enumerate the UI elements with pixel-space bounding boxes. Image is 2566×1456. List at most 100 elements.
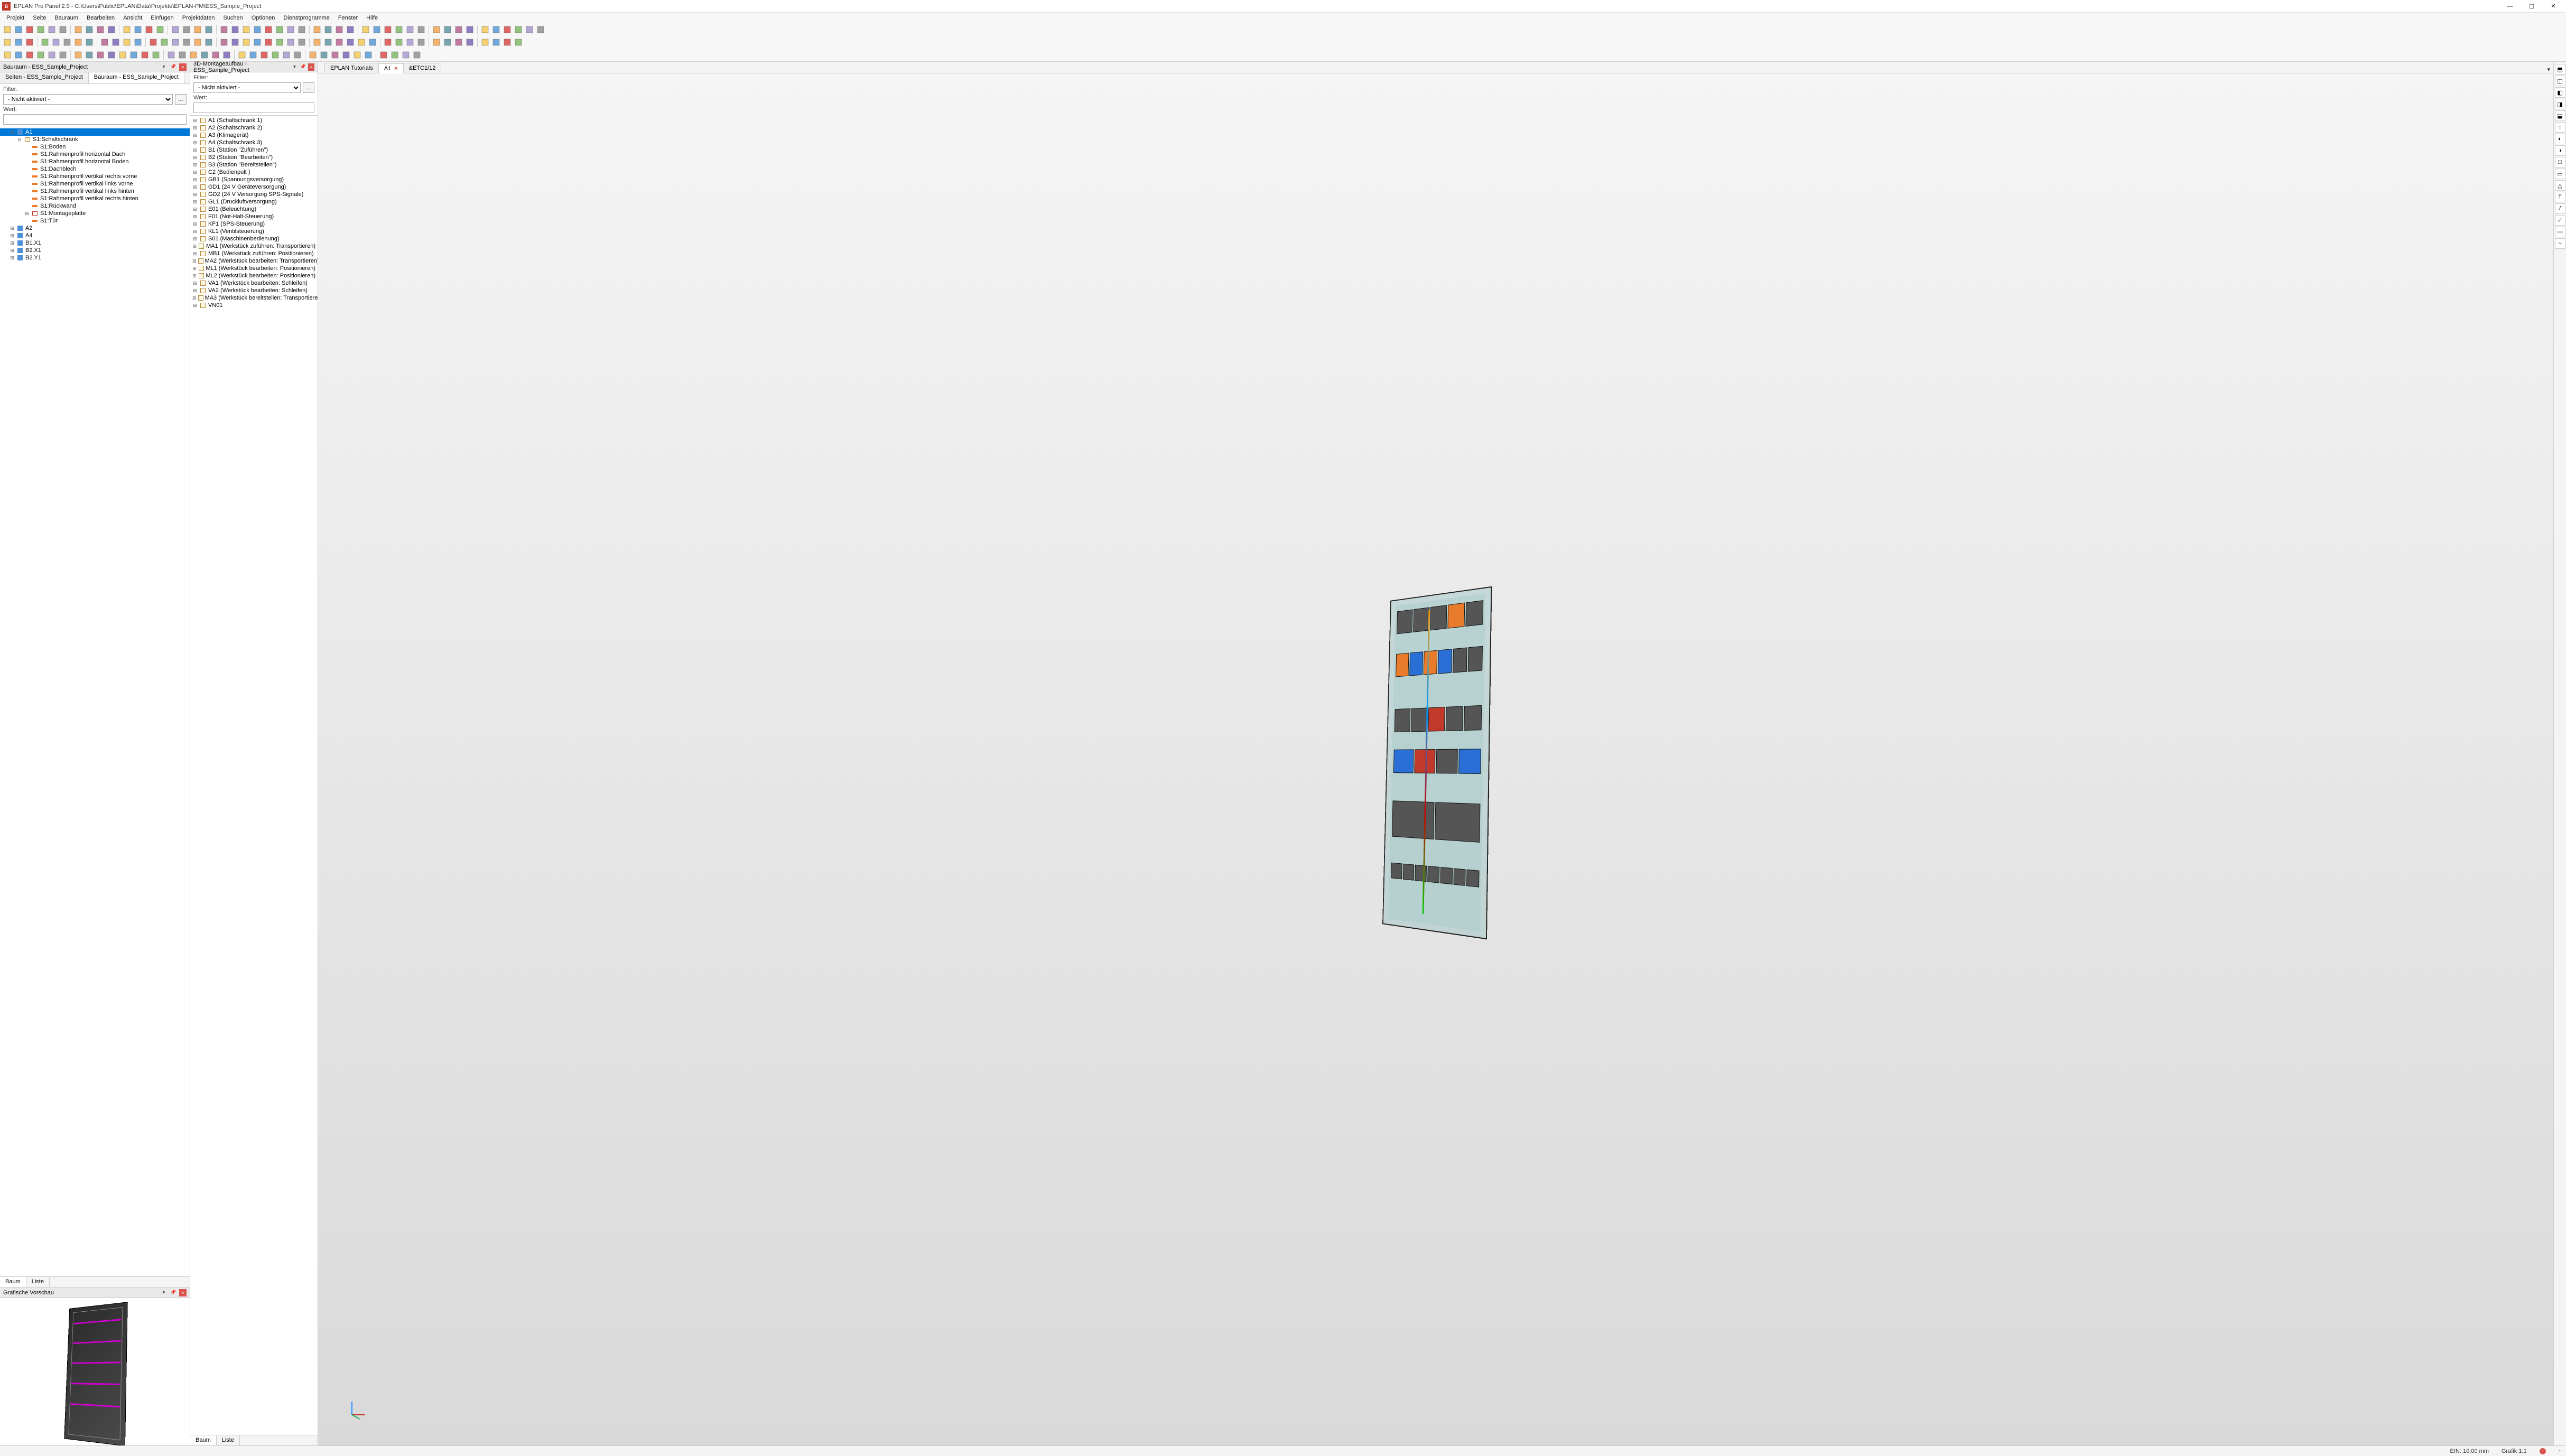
toolbar-button[interactable] [296, 24, 307, 35]
tree-toggle-icon[interactable]: ⊞ [192, 220, 198, 228]
tree-node[interactable]: S1:Boden [0, 143, 190, 151]
toolbar-button[interactable] [188, 50, 199, 60]
toolbar-button[interactable] [84, 50, 95, 60]
pane-close-icon[interactable]: × [179, 63, 187, 71]
toolbar-button[interactable] [453, 24, 464, 35]
toolbar-button[interactable] [192, 37, 203, 48]
tree-node[interactable]: S1:Dachblech [0, 165, 190, 173]
maximize-button[interactable]: ▢ [2521, 1, 2542, 12]
toolbar-button[interactable] [99, 37, 110, 48]
toolbar-button[interactable] [2, 24, 13, 35]
toolbar-button[interactable] [263, 24, 274, 35]
tree-node[interactable]: ⊞A2 (Schaltschrank 2) [190, 124, 318, 132]
toolbar-button[interactable] [352, 50, 362, 60]
tree-toggle-icon[interactable]: ⊞ [192, 287, 198, 294]
toolbar-button[interactable] [51, 37, 61, 48]
toolbar-button[interactable] [230, 37, 240, 48]
toolbar-button[interactable] [2, 50, 13, 60]
toolbar-button[interactable] [128, 50, 139, 60]
toolbar-button[interactable] [513, 37, 524, 48]
toolbar-button[interactable] [491, 37, 501, 48]
tree-toggle-icon[interactable]: ⊞ [192, 228, 198, 235]
tree-node[interactable]: ⊞S01 (Maschinenbedienung) [190, 235, 318, 242]
tree-toggle-icon[interactable]: ⊞ [192, 132, 198, 139]
toolbar-button[interactable] [237, 50, 247, 60]
tree-node[interactable]: S1:Rahmenprofil vertikal links vorne [0, 180, 190, 188]
tab-liste[interactable]: Liste [26, 1277, 50, 1287]
toolbar-button[interactable] [535, 24, 546, 35]
wert-input[interactable] [3, 114, 187, 125]
toolbar-button[interactable] [122, 24, 132, 35]
toolbar-button[interactable] [35, 24, 46, 35]
tree-node[interactable]: ⊞F01 (Not-Halt-Steuerung) [190, 213, 318, 220]
tree-toggle-icon[interactable]: ⊞ [192, 272, 197, 279]
toolbar-button[interactable] [389, 50, 400, 60]
menu-bearbeiten[interactable]: Bearbeiten [82, 14, 119, 22]
filter-select[interactable]: - Nicht aktiviert - [3, 94, 173, 105]
tree-toggle-icon[interactable]: ⊞ [192, 302, 198, 309]
tree-toggle-icon[interactable]: ⊞ [192, 191, 198, 198]
toolbar-button[interactable] [73, 24, 83, 35]
toolbar-button[interactable] [394, 24, 404, 35]
tree-node[interactable]: ⊞VA2 (Werkstück bearbeiten: Schleifen) [190, 287, 318, 294]
preview-menu-icon[interactable]: ▾ [160, 1289, 168, 1296]
strip-tool-button[interactable]: — [2555, 227, 2565, 237]
tree-node[interactable]: ⊞GD2 (24 V Versorgung SPS-Signale) [190, 191, 318, 198]
toolbar-button[interactable] [24, 24, 35, 35]
tree-toggle-icon[interactable]: ⊞ [192, 198, 198, 206]
pane-menu-icon[interactable]: ▾ [160, 63, 168, 71]
tab-baum[interactable]: Baum [0, 1277, 26, 1287]
toolbar-button[interactable] [24, 50, 35, 60]
toolbar-button[interactable] [252, 37, 263, 48]
toolbar-button[interactable] [416, 37, 426, 48]
toolbar-button[interactable] [464, 37, 475, 48]
toolbar-button[interactable] [323, 37, 333, 48]
tree-node[interactable]: ⊞KL1 (Ventilsteuerung) [190, 228, 318, 235]
toolbar-button[interactable] [13, 50, 24, 60]
filter-more-button[interactable]: ... [175, 94, 187, 105]
tree-node[interactable]: S1:Rahmenprofil horizontal Boden [0, 158, 190, 165]
tab-bauraum[interactable]: Bauraum - ESS_Sample_Project [89, 72, 184, 83]
toolbar-button[interactable] [394, 37, 404, 48]
tree-node[interactable]: S1:Rahmenprofil vertikal rechts hinten [0, 195, 190, 202]
mid-tab-liste[interactable]: Liste [217, 1435, 240, 1445]
strip-tool-button[interactable]: ⬒ [2555, 64, 2565, 74]
tree-node[interactable]: ⊞KF1 (SPS-Steuerung) [190, 220, 318, 228]
menu-projekt[interactable]: Projekt [2, 14, 29, 22]
tree-node[interactable]: ⊞B3 (Station "Bereitstellen") [190, 161, 318, 169]
toolbar-button[interactable] [106, 50, 117, 60]
tree-node[interactable]: ⊟S1:Schaltschrank [0, 136, 190, 143]
menu-fenster[interactable]: Fenster [334, 14, 362, 22]
toolbar-button[interactable] [47, 50, 57, 60]
toolbar-button[interactable] [480, 24, 490, 35]
strip-tool-button[interactable]: ◧ [2555, 87, 2565, 98]
toolbar-button[interactable] [312, 37, 322, 48]
strip-tool-button[interactable]: T [2555, 192, 2565, 202]
mid-filter-select[interactable]: - Nicht aktiviert - [193, 82, 301, 93]
tree-toggle-icon[interactable]: ⊞ [192, 154, 198, 161]
tree-toggle-icon[interactable]: ⊞ [192, 124, 198, 132]
toolbar-button[interactable] [84, 37, 95, 48]
tree-node[interactable]: ⊞B1 (Station "Zuführen") [190, 146, 318, 154]
tree-node[interactable]: ⊞MA1 (Werkstück zuführen: Transportieren… [190, 242, 318, 250]
toolbar-button[interactable] [252, 24, 263, 35]
toolbar-button[interactable] [341, 50, 351, 60]
toolbar-button[interactable] [442, 24, 453, 35]
tree-node[interactable]: ⊞A4 (Schaltschrank 3) [190, 139, 318, 146]
menu-bauraum[interactable]: Bauraum [50, 14, 82, 22]
toolbar-button[interactable] [203, 24, 214, 35]
toolbar-button[interactable] [464, 24, 475, 35]
toolbar-button[interactable] [491, 24, 501, 35]
tree-node[interactable]: ⊞MA3 (Werkstück bereitstellen: Transport… [190, 294, 318, 302]
tree-node[interactable]: S1:Rahmenprofil vertikal links hinten [0, 188, 190, 195]
toolbar-button[interactable] [356, 37, 367, 48]
toolbar-button[interactable] [383, 37, 393, 48]
toolbar-button[interactable] [47, 24, 57, 35]
minimize-button[interactable]: — [2499, 1, 2521, 12]
tree-toggle-icon[interactable]: ⊞ [192, 146, 198, 154]
toolbar-button[interactable] [405, 24, 415, 35]
toolbar-button[interactable] [285, 37, 296, 48]
menu-dienstprogramme[interactable]: Dienstprogramme [279, 14, 333, 22]
doc-tab[interactable]: &ETC1/12 [403, 63, 442, 73]
strip-tool-button[interactable]: ⬓ [2555, 110, 2565, 121]
